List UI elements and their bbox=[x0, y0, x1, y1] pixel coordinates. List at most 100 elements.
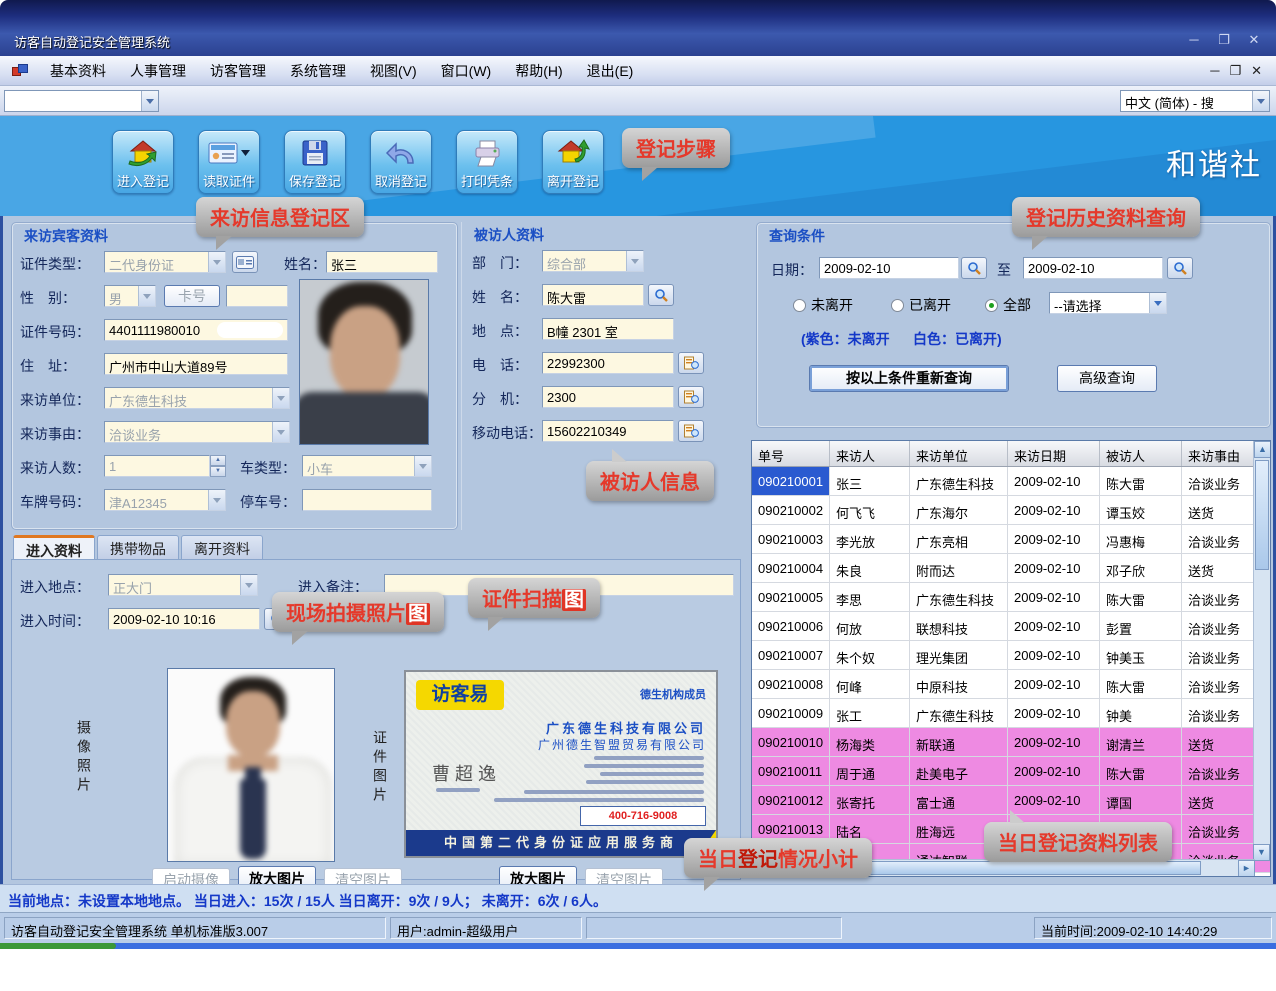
table-cell[interactable]: 杨海类 bbox=[830, 728, 910, 756]
entry-time-field[interactable]: 2009-02-10 10:16 bbox=[108, 608, 260, 630]
read-id-card-button[interactable]: 读取证件 bbox=[198, 130, 260, 194]
table-cell[interactable]: 朱良 bbox=[830, 554, 910, 582]
chevron-down-icon[interactable] bbox=[138, 286, 155, 306]
table-cell[interactable]: 陈大雷 bbox=[1100, 757, 1182, 785]
table-row[interactable]: 090210010杨海类新联通2009-02-10谢清兰送货 bbox=[752, 728, 1270, 757]
visitor-name-field[interactable]: 张三 bbox=[326, 251, 438, 273]
filter-dropdown[interactable]: --请选择 bbox=[1049, 292, 1167, 314]
menu-item[interactable]: 退出(E) bbox=[575, 57, 646, 85]
table-cell[interactable]: 谭国 bbox=[1100, 786, 1182, 814]
scroll-right-icon[interactable]: ► bbox=[1238, 860, 1255, 877]
table-cell[interactable]: 090210003 bbox=[752, 525, 830, 553]
table-cell[interactable]: 富士通 bbox=[910, 786, 1008, 814]
menu-item[interactable]: 视图(V) bbox=[358, 57, 429, 85]
column-header[interactable]: 来访日期 bbox=[1008, 441, 1100, 466]
table-cell[interactable]: 理光集团 bbox=[910, 641, 1008, 669]
chevron-down-icon[interactable] bbox=[240, 575, 257, 595]
scroll-down-icon[interactable]: ▼ bbox=[1253, 844, 1270, 861]
enter-registration-button[interactable]: 进入登记 bbox=[112, 130, 174, 194]
table-cell[interactable]: 送货 bbox=[1182, 786, 1255, 814]
table-cell[interactable]: 090210007 bbox=[752, 641, 830, 669]
table-cell[interactable]: 何峰 bbox=[830, 670, 910, 698]
restore-icon[interactable]: ❐ bbox=[1212, 30, 1236, 50]
column-header[interactable]: 被访人 bbox=[1100, 441, 1182, 466]
table-cell[interactable]: 广东海尔 bbox=[910, 496, 1008, 524]
table-cell[interactable]: 谭玉姣 bbox=[1100, 496, 1182, 524]
table-cell[interactable]: 090210008 bbox=[752, 670, 830, 698]
card-number-field[interactable] bbox=[226, 285, 288, 307]
scrollbar-thumb[interactable] bbox=[1255, 460, 1269, 570]
ext-field[interactable]: 2300 bbox=[542, 386, 674, 408]
chevron-down-icon[interactable] bbox=[1252, 91, 1269, 111]
menu-item[interactable]: 访客管理 bbox=[198, 57, 278, 85]
plate-dropdown[interactable]: 津A12345 bbox=[104, 489, 226, 511]
table-cell[interactable]: 送货 bbox=[1182, 728, 1255, 756]
column-header[interactable]: 来访事由 bbox=[1182, 441, 1255, 466]
table-cell[interactable]: 广东亮相 bbox=[910, 525, 1008, 553]
cancel-registration-button[interactable]: 取消登记 bbox=[370, 130, 432, 194]
date-from-field[interactable]: 2009-02-10 bbox=[819, 257, 959, 279]
table-cell[interactable]: 附而达 bbox=[910, 554, 1008, 582]
table-cell[interactable]: 中原科技 bbox=[910, 670, 1008, 698]
table-cell[interactable]: 2009-02-10 bbox=[1008, 467, 1100, 495]
requery-button[interactable]: 按以上条件重新查询 bbox=[809, 365, 1009, 392]
table-cell[interactable]: 090210005 bbox=[752, 583, 830, 611]
chevron-down-icon[interactable] bbox=[208, 252, 225, 272]
table-cell[interactable]: 李光放 bbox=[830, 525, 910, 553]
menu-item[interactable]: 帮助(H) bbox=[503, 57, 574, 85]
mdi-minimize-icon[interactable]: ─ bbox=[1210, 63, 1219, 79]
chevron-down-icon[interactable] bbox=[272, 388, 289, 408]
table-cell[interactable]: 钟美 bbox=[1100, 699, 1182, 727]
table-cell[interactable]: 张工 bbox=[830, 699, 910, 727]
table-row[interactable]: 090210009张工广东德生科技2009-02-10钟美洽谈业务 bbox=[752, 699, 1270, 728]
leave-registration-button[interactable]: 离开登记 bbox=[542, 130, 604, 194]
company-dropdown[interactable]: 广东德生科技 bbox=[104, 387, 290, 409]
table-cell[interactable]: 2009-02-10 bbox=[1008, 699, 1100, 727]
advanced-query-button[interactable]: 高级查询 bbox=[1057, 365, 1157, 392]
menu-item[interactable]: 基本资料 bbox=[38, 57, 118, 85]
dept-dropdown[interactable]: 综合部 bbox=[542, 250, 644, 272]
table-cell[interactable]: 新联通 bbox=[910, 728, 1008, 756]
chevron-down-icon[interactable] bbox=[626, 251, 643, 271]
save-registration-button[interactable]: 保存登记 bbox=[284, 130, 346, 194]
table-cell[interactable]: 钟美玉 bbox=[1100, 641, 1182, 669]
table-cell[interactable]: 2009-02-10 bbox=[1008, 670, 1100, 698]
gender-dropdown[interactable]: 男 bbox=[104, 285, 156, 307]
table-cell[interactable]: 送货 bbox=[1182, 554, 1255, 582]
table-cell[interactable]: 广东德生科技 bbox=[910, 583, 1008, 611]
table-row[interactable]: 090210011周于通赴美电子2009-02-10陈大雷洽谈业务 bbox=[752, 757, 1270, 786]
table-cell[interactable]: 陈大雷 bbox=[1100, 467, 1182, 495]
table-cell[interactable]: 洽谈业务 bbox=[1182, 525, 1255, 553]
table-row[interactable]: 090210008何峰中原科技2009-02-10陈大雷洽谈业务 bbox=[752, 670, 1270, 699]
radio-left[interactable]: 已离开 bbox=[891, 295, 951, 315]
address-field[interactable]: 广州市中山大道89号 bbox=[104, 353, 288, 375]
table-cell[interactable]: 何飞飞 bbox=[830, 496, 910, 524]
chevron-down-icon[interactable] bbox=[272, 422, 289, 442]
table-cell[interactable]: 2009-02-10 bbox=[1008, 525, 1100, 553]
table-row[interactable]: 090210002何飞飞广东海尔2009-02-10谭玉姣送货 bbox=[752, 496, 1270, 525]
table-cell[interactable]: 陈大雷 bbox=[1100, 583, 1182, 611]
table-cell[interactable]: 090210004 bbox=[752, 554, 830, 582]
table-cell[interactable]: 广东德生科技 bbox=[910, 467, 1008, 495]
card-number-button[interactable]: 卡号 bbox=[164, 285, 220, 307]
menu-item[interactable]: 人事管理 bbox=[118, 57, 198, 85]
table-cell[interactable]: 张三 bbox=[830, 467, 910, 495]
mdi-restore-icon[interactable]: ❐ bbox=[1229, 63, 1241, 79]
table-cell[interactable]: 张寄托 bbox=[830, 786, 910, 814]
table-cell[interactable]: 090210012 bbox=[752, 786, 830, 814]
table-cell[interactable]: 洽谈业务 bbox=[1182, 612, 1255, 640]
count-stepper[interactable]: ▲▼ bbox=[210, 455, 226, 477]
table-cell[interactable]: 周于通 bbox=[830, 757, 910, 785]
table-cell[interactable]: 洽谈业务 bbox=[1182, 467, 1255, 495]
notify-ext-button[interactable] bbox=[678, 386, 704, 408]
table-cell[interactable]: 090210011 bbox=[752, 757, 830, 785]
table-cell[interactable]: 广东德生科技 bbox=[910, 699, 1008, 727]
entry-location-dropdown[interactable]: 正大门 bbox=[108, 574, 258, 596]
table-cell[interactable]: 2009-02-10 bbox=[1008, 757, 1100, 785]
chevron-down-icon[interactable] bbox=[1149, 293, 1166, 313]
table-row[interactable]: 090210006何放联想科技2009-02-10彭置洽谈业务 bbox=[752, 612, 1270, 641]
visitor-count-field[interactable]: 1 bbox=[104, 455, 210, 477]
table-row[interactable]: 090210001张三广东德生科技2009-02-10陈大雷洽谈业务 bbox=[752, 467, 1270, 496]
close-icon[interactable]: ✕ bbox=[1242, 30, 1266, 50]
scroll-up-icon[interactable]: ▲ bbox=[1254, 441, 1271, 458]
